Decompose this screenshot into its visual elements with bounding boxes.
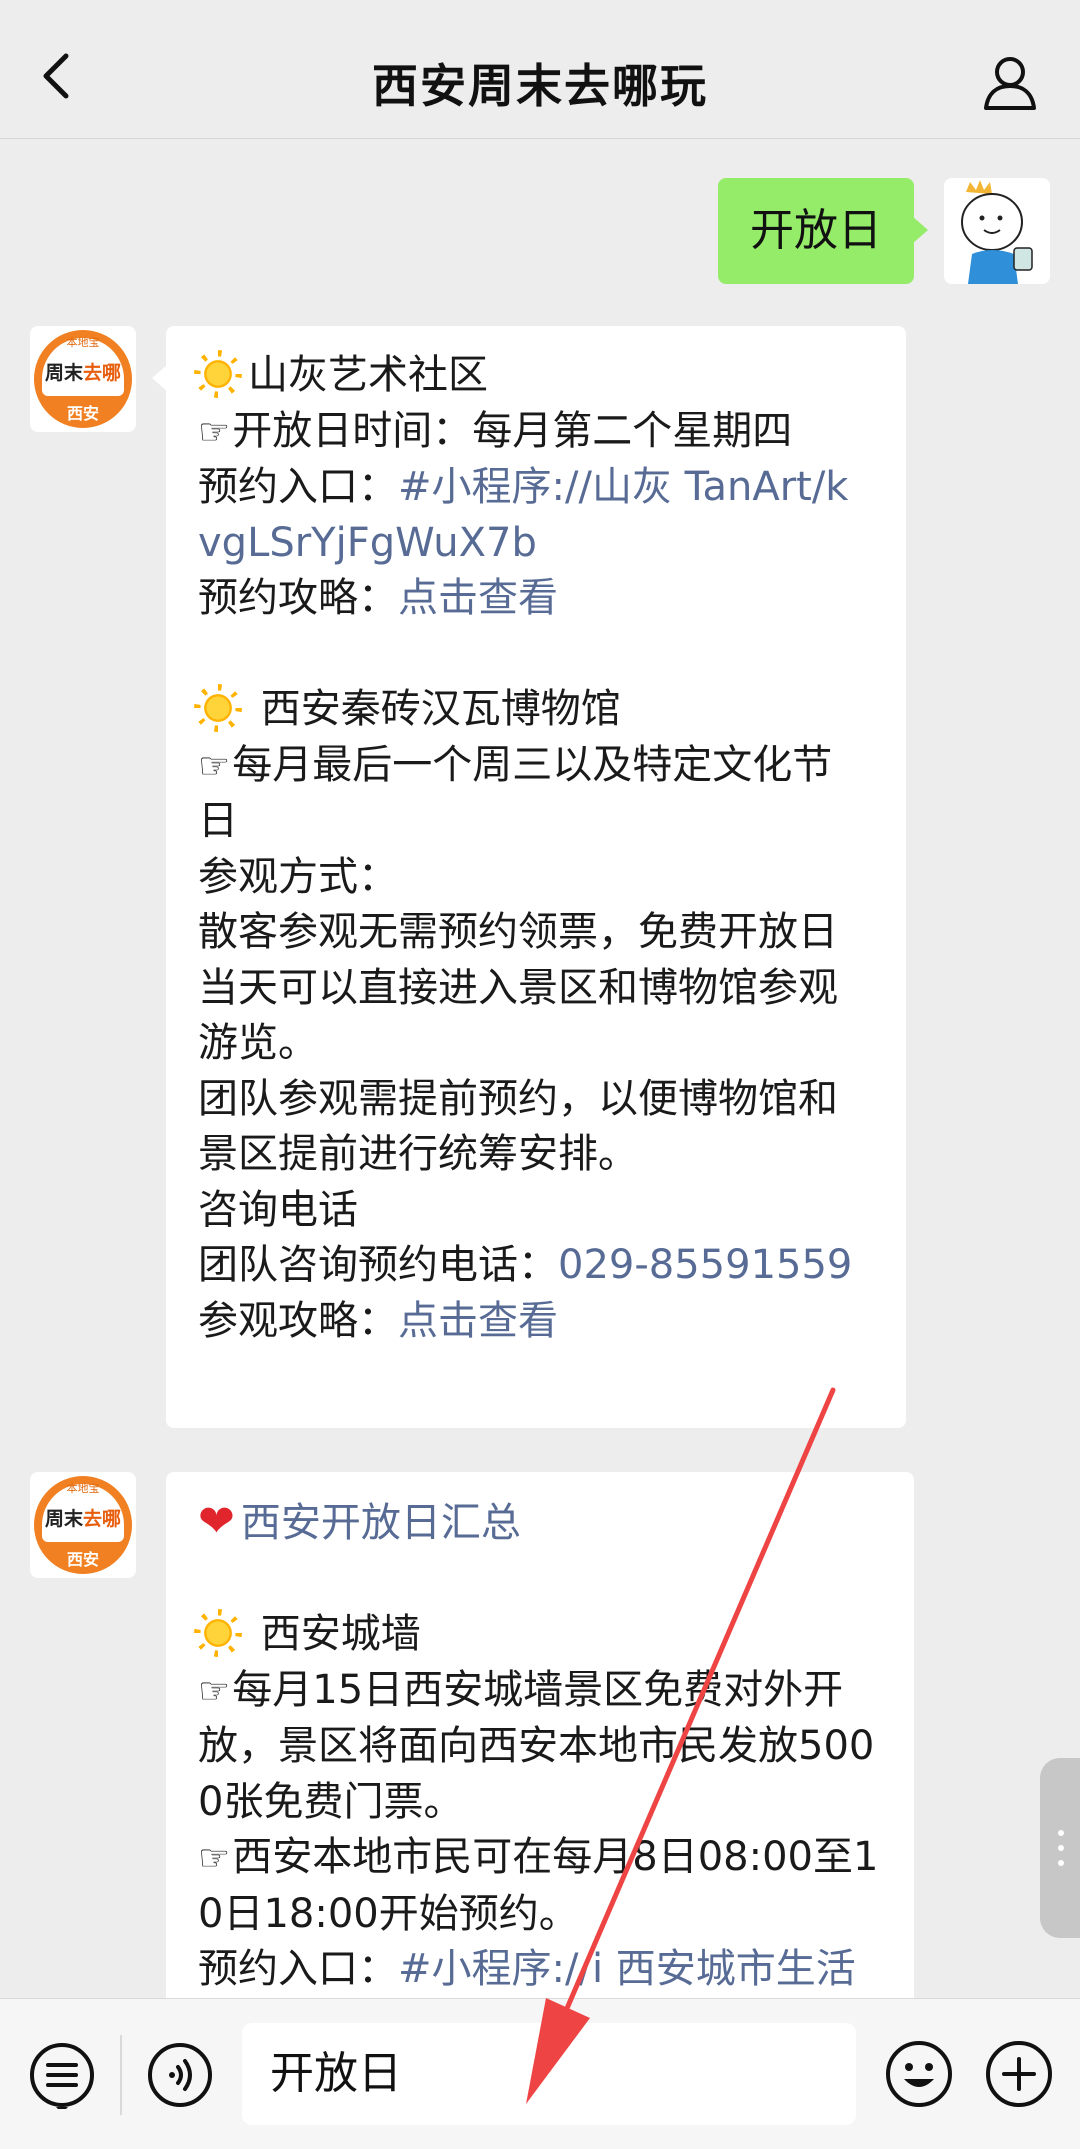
input-bar: 开放日 <box>0 1998 1080 2149</box>
avatar-label-bottom: 西安 <box>66 404 99 423</box>
list-item: 参观方式： <box>198 853 398 900</box>
divider <box>120 2035 122 2115</box>
phone-link[interactable]: 029-85591559 <box>558 1242 852 1288</box>
avatar-label-top: 本地宝 <box>66 336 100 349</box>
avatar-label-main: 周末去哪 <box>44 1508 122 1530</box>
voice-icon[interactable] <box>146 2041 214 2109</box>
mini-program-link[interactable]: #小程序://i 西安城市生活 <box>398 1946 856 1992</box>
list-item: ☞每月最后一个周三以及特定文化节日 <box>198 741 833 845</box>
plus-icon[interactable] <box>984 2039 1054 2109</box>
outgoing-message-bubble[interactable]: 开放日 <box>718 178 928 284</box>
list-item: 西安秦砖汉瓦博物馆 <box>198 682 872 738</box>
person-icon[interactable] <box>980 52 1040 112</box>
list-item: 预约攻略：点击查看 <box>198 575 558 621</box>
list-item: 预约入口：#小程序://山灰 TanArt/kvgLSrYjFgWuX7b <box>198 464 849 566</box>
list-item: ☞西安本地市民可在每月8日08:00至10日18:00开始预约。 <box>198 1834 879 1937</box>
self-avatar[interactable] <box>944 178 1050 284</box>
view-guide-link[interactable]: 点击查看 <box>398 575 558 621</box>
list-item: 团队咨询预约电话：029-85591559 <box>198 1242 853 1288</box>
emoji-icon[interactable] <box>884 2039 954 2109</box>
list-item: ☞每月15日西安城墙景区免费对外开放，景区将面向西安本地市民发放5000张免费门… <box>198 1666 875 1825</box>
list-item: 团队参观需提前预约，以便博物馆和景区提前进行统筹安排。 <box>198 1075 838 1178</box>
list-item: 山灰艺术社区 <box>198 348 872 404</box>
list-item: ☞开放日时间：每月第二个星期四 <box>198 407 793 454</box>
sun-icon <box>198 354 238 394</box>
heart-icon: ❤ <box>198 1496 235 1547</box>
pointing-hand-icon: ☞ <box>198 1838 231 1879</box>
list-item: 参观攻略：点击查看 <box>198 1297 558 1344</box>
visit-guide-link[interactable]: 点击查看 <box>398 1298 558 1344</box>
incoming-message-bubble: ❤ 西安开放日汇总 西安城墙 ☞每月15日西安城墙景区免费对外开放，景区将面向西安… <box>166 1472 914 2032</box>
list-item: 咨询电话 <box>198 1186 358 1233</box>
avatar-label-main: 周末去哪 <box>44 362 122 384</box>
summary-link[interactable]: 西安开放日汇总 <box>241 1500 521 1546</box>
chat-header: 西安周末去哪玩 <box>0 0 1080 139</box>
list-item: ❤ 西安开放日汇总 <box>198 1494 880 1552</box>
incoming-message-bubble: 山灰艺术社区 ☞开放日时间：每月第二个星期四 预约入口：#小程序://山灰 Ta… <box>152 326 906 1428</box>
list-icon[interactable] <box>28 2041 96 2109</box>
avatar-label-top: 本地宝 <box>66 1482 100 1495</box>
side-drag-handle[interactable] <box>1040 1758 1080 1938</box>
pointing-hand-icon: ☞ <box>198 745 231 787</box>
sun-icon <box>198 688 238 728</box>
list-item: 西安城墙 <box>198 1607 880 1663</box>
official-account-avatar[interactable]: 本地宝 周末去哪 西安 <box>30 326 136 432</box>
pointing-hand-icon: ☞ <box>198 411 231 453</box>
list-item: 散客参观无需预约领票，免费开放日当天可以直接进入景区和博物馆参观游览。 <box>198 909 838 1066</box>
chat-title: 西安周末去哪玩 <box>372 59 708 113</box>
pointing-hand-icon: ☞ <box>198 1670 231 1712</box>
sun-icon <box>198 1613 238 1653</box>
list-item: 预约入口：#小程序://i 西安城市生活 <box>198 1946 856 1992</box>
avatar-label-bottom: 西安 <box>66 1550 99 1569</box>
cartoon-avatar-icon <box>944 178 1050 284</box>
message-input[interactable]: 开放日 <box>242 2023 856 2125</box>
official-account-avatar[interactable]: 本地宝 周末去哪 西安 <box>30 1472 136 1578</box>
